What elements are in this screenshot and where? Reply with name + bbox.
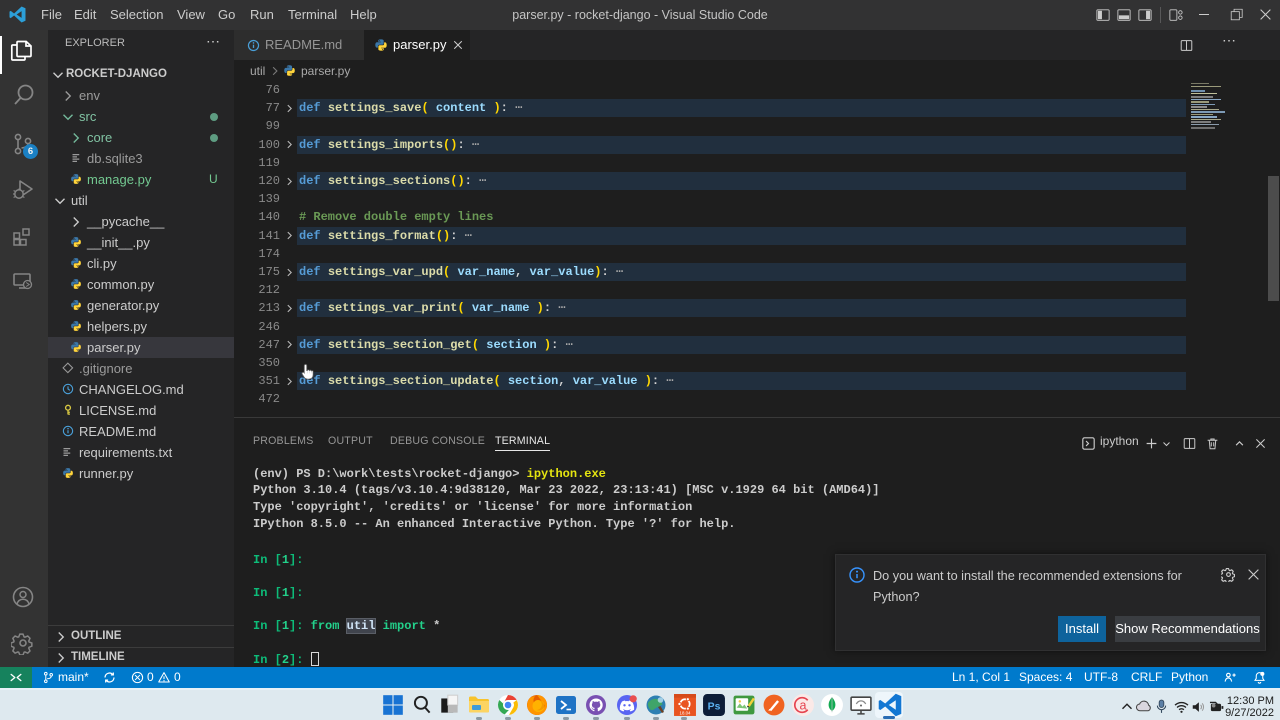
svg-text:Ps: Ps (708, 702, 721, 713)
svg-text:18.04: 18.04 (680, 710, 692, 715)
